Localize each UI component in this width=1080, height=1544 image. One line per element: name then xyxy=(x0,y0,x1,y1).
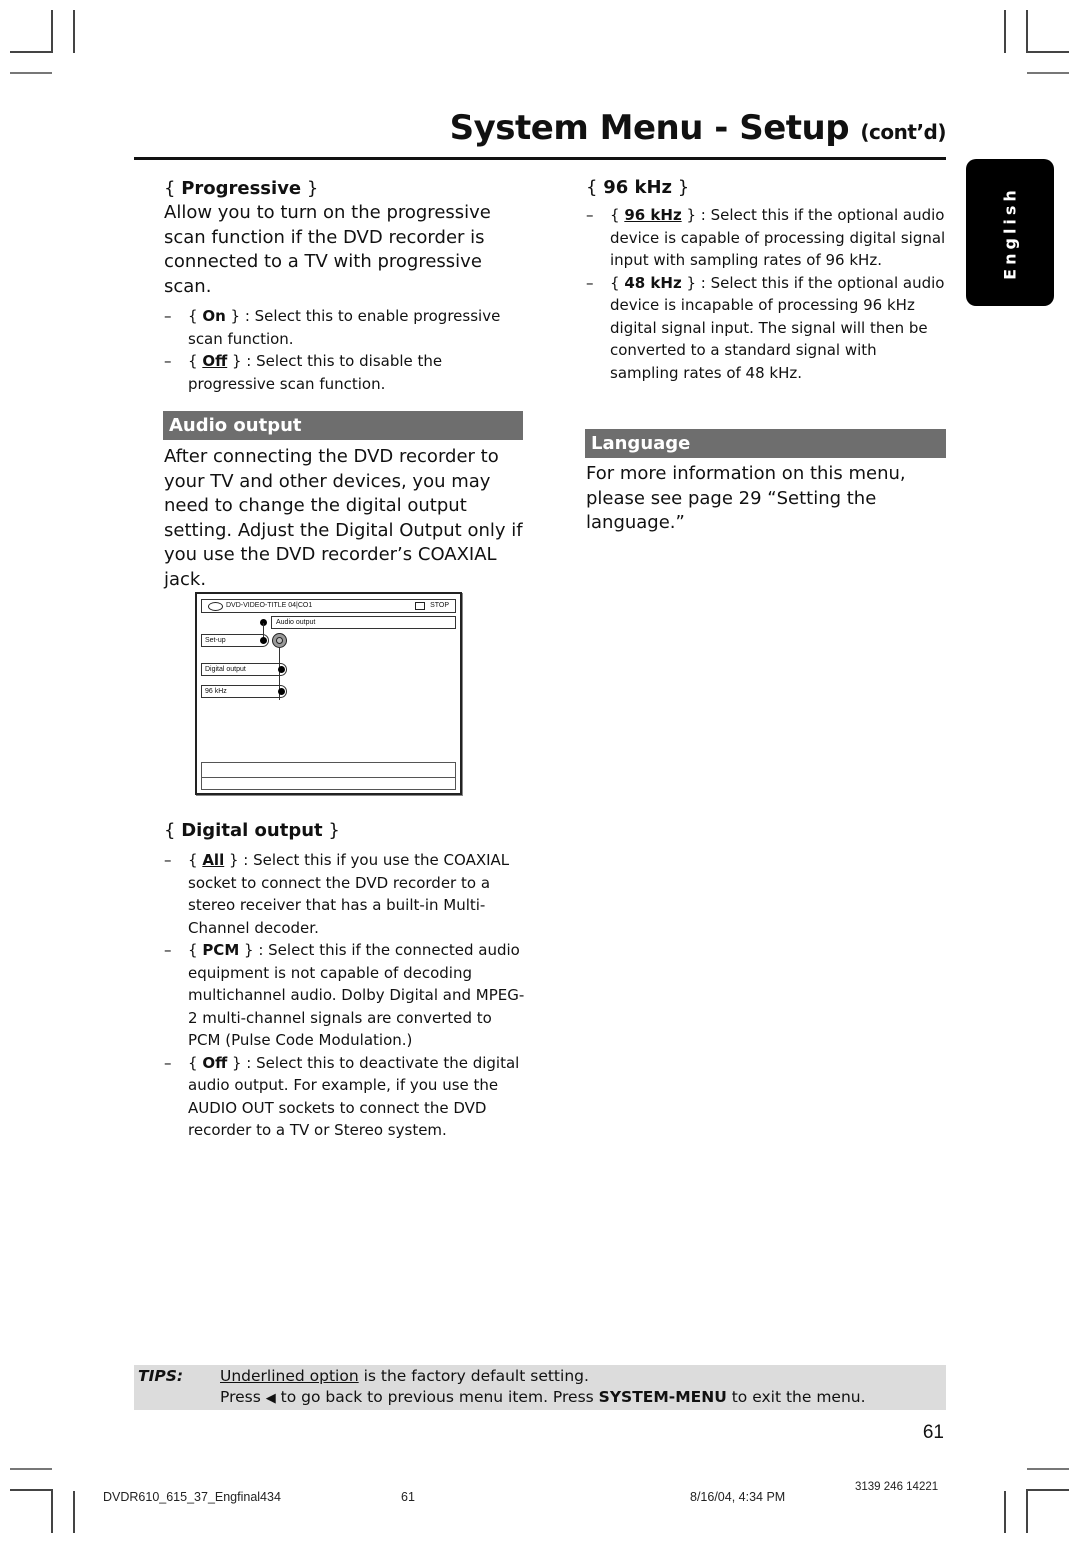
page-title: System Menu - Setup (cont’d) xyxy=(449,108,947,148)
crop-mark xyxy=(1026,10,1028,53)
khz96-heading: { 96 kHz } xyxy=(586,177,690,198)
title-rule xyxy=(134,157,946,160)
option-item: – { All } : Select this if you use the C… xyxy=(164,851,510,937)
tips-label: TIPS: xyxy=(138,1367,184,1385)
progressive-section: { Progressive } Allow you to turn on the… xyxy=(164,178,524,395)
connector-dot xyxy=(260,637,267,644)
page-title-main: System Menu - Setup xyxy=(449,108,850,148)
crop-mark xyxy=(10,1489,52,1491)
section-band-audio-output: Audio output xyxy=(163,411,523,440)
digital-output-heading: { Digital output } xyxy=(164,820,340,841)
progressive-intro: Allow you to turn on the progressive sca… xyxy=(164,202,491,297)
digital-output-section: { Digital output } – { All } : Select th… xyxy=(164,820,529,1142)
menu-screen-illustration: DVD-VIDEO-TITLE 04|CO1 STOP Audio output… xyxy=(195,592,462,795)
screen-status-title: DVD-VIDEO-TITLE 04|CO1 xyxy=(226,602,313,609)
screen-info-bar xyxy=(201,762,456,790)
option-item: – { Off } : Select this to disable the p… xyxy=(164,352,443,393)
tips-box: TIPS: Underlined option is the factory d… xyxy=(134,1365,946,1410)
connector-dot xyxy=(278,666,285,673)
screen-item-digital-output: Digital output xyxy=(201,663,287,676)
option-label: Off xyxy=(202,1053,228,1072)
option-label: 48 kHz xyxy=(624,273,682,292)
crop-mark xyxy=(73,1491,75,1533)
page-title-suffix: (cont’d) xyxy=(860,120,946,144)
tips-line-2: Press ◀ to go back to previous menu item… xyxy=(220,1388,866,1406)
option-item: – { 48 kHz } : Select this if the option… xyxy=(586,273,945,382)
footer-page: 61 xyxy=(401,1490,415,1504)
option-item: – { PCM } : Select this if the connected… xyxy=(164,941,525,1049)
crop-mark xyxy=(10,1468,52,1470)
footer-code: 3139 246 14221 xyxy=(855,1481,939,1493)
crop-mark xyxy=(1027,1468,1069,1470)
audio-output-intro: After connecting the DVD recorder to you… xyxy=(164,446,523,590)
option-item: – { Off } : Select this to deactivate th… xyxy=(164,1053,520,1140)
section-band-language: Language xyxy=(585,429,946,458)
crop-mark xyxy=(51,1489,53,1533)
option-label-default: Off xyxy=(202,352,228,370)
crop-mark xyxy=(1026,1489,1028,1533)
stop-icon xyxy=(415,602,425,610)
crop-mark xyxy=(1004,1491,1006,1533)
left-arrow-icon: ◀ xyxy=(265,1391,276,1406)
option-item: – { On } : Select this to enable progres… xyxy=(164,307,501,348)
language-tab-label: English xyxy=(1000,185,1020,280)
option-item: – { 96 kHz } : Select this if the option… xyxy=(586,206,946,269)
disc-icon xyxy=(208,602,223,611)
progressive-heading: { Progressive } xyxy=(164,178,319,199)
option-label: On xyxy=(202,307,226,325)
screen-item-setup: Set-up xyxy=(201,634,269,647)
page-number: 61 xyxy=(922,1422,944,1443)
screen-status-bar: DVD-VIDEO-TITLE 04|CO1 STOP xyxy=(201,599,456,613)
crop-mark xyxy=(10,51,52,53)
crop-mark xyxy=(1027,1489,1069,1491)
crop-mark xyxy=(73,10,75,53)
crop-mark xyxy=(10,72,52,74)
crop-mark xyxy=(1004,10,1006,53)
language-tab: English xyxy=(966,159,1054,306)
crop-mark xyxy=(1027,72,1069,74)
crop-mark xyxy=(1027,51,1069,53)
language-text: For more information on this menu, pleas… xyxy=(586,463,906,533)
option-label-default: 96 kHz xyxy=(624,206,682,224)
screen-item-96khz: 96 kHz xyxy=(201,685,287,698)
screen-breadcrumb: Audio output xyxy=(271,616,456,629)
option-label-default: All xyxy=(202,851,225,869)
footer-datetime: 8/16/04, 4:34 PM xyxy=(690,1490,786,1504)
navigation-knob-icon xyxy=(272,633,287,648)
footer-filename: DVDR610_615_37_Engfinal434 xyxy=(103,1490,281,1504)
khz96-section: { 96 kHz } – { 96 kHz } : Select this if… xyxy=(586,177,946,384)
screen-status-state: STOP xyxy=(430,602,449,609)
tips-line-1: Underlined option is the factory default… xyxy=(220,1367,589,1385)
connector-dot xyxy=(278,688,285,695)
crop-mark xyxy=(51,10,53,53)
option-label: PCM xyxy=(202,941,240,959)
